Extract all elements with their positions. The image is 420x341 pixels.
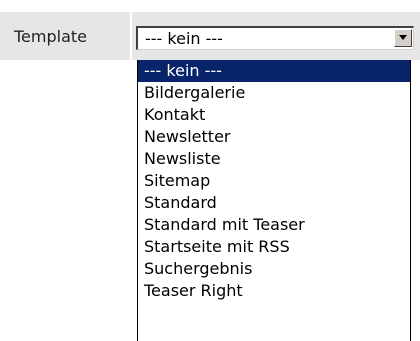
dropdown-option-startseite-mit-rss[interactable]: Startseite mit RSS xyxy=(138,236,410,258)
dropdown-option-teaser-right[interactable]: Teaser Right xyxy=(138,280,410,302)
dropdown-option-suchergebnis[interactable]: Suchergebnis xyxy=(138,258,410,280)
dropdown-option-kontakt[interactable]: Kontakt xyxy=(138,104,410,126)
template-select[interactable]: --- kein --- xyxy=(136,26,414,50)
dropdown-option-newsliste[interactable]: Newsliste xyxy=(138,148,410,170)
dropdown-toggle-button[interactable] xyxy=(394,29,412,47)
template-dropdown-list: --- kein --- Bildergalerie Kontakt Newsl… xyxy=(137,60,411,341)
dropdown-option-standard[interactable]: Standard xyxy=(138,192,410,214)
dropdown-option-bildergalerie[interactable]: Bildergalerie xyxy=(138,82,410,104)
dropdown-option-sitemap[interactable]: Sitemap xyxy=(138,170,410,192)
template-label: Template xyxy=(14,27,88,46)
dropdown-option-newsletter[interactable]: Newsletter xyxy=(138,126,410,148)
row-divider xyxy=(130,12,132,60)
dropdown-option-kein[interactable]: --- kein --- xyxy=(138,60,410,82)
dropdown-option-standard-mit-teaser[interactable]: Standard mit Teaser xyxy=(138,214,410,236)
template-form-row: Template --- kein --- xyxy=(0,12,420,60)
triangle-down-icon xyxy=(399,35,407,40)
template-select-value: --- kein --- xyxy=(145,29,223,48)
